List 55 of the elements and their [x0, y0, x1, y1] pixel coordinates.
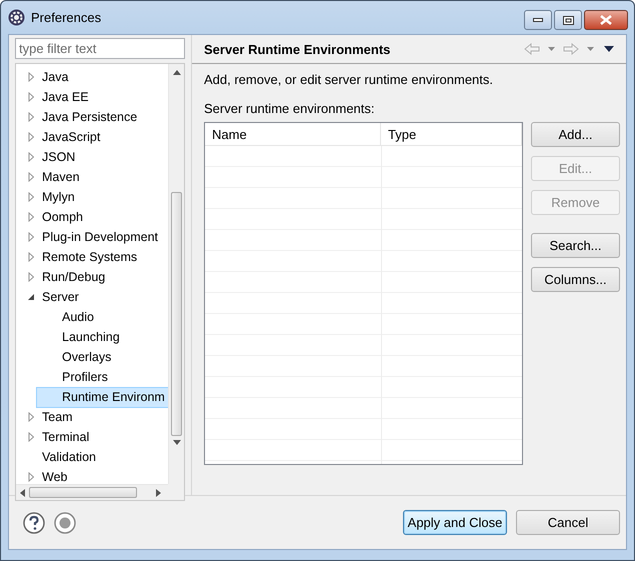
tree-item[interactable]: Java EE: [16, 86, 93, 108]
back-icon[interactable]: [524, 43, 540, 55]
action-button[interactable]: Search...: [531, 233, 620, 258]
tree-item[interactable]: Server: [16, 286, 83, 308]
tree-item[interactable]: Runtime Environm: [36, 386, 168, 408]
tree-item[interactable]: JSON: [16, 146, 80, 168]
tree-item[interactable]: Maven: [16, 166, 84, 188]
window-title: Preferences: [31, 10, 102, 25]
tree-item[interactable]: Oomph: [16, 206, 87, 228]
action-button[interactable]: Columns...: [531, 267, 620, 292]
table-label: Server runtime environments:: [204, 101, 376, 116]
tree-item[interactable]: JavaScript: [16, 126, 104, 148]
action-button[interactable]: Add...: [531, 122, 620, 147]
tree-item[interactable]: Team: [16, 406, 77, 428]
tree-item[interactable]: Launching: [36, 326, 124, 348]
tree-item[interactable]: Validation: [16, 446, 100, 468]
tree-item[interactable]: Profilers: [36, 366, 112, 388]
dropdown-icon[interactable]: [548, 47, 555, 51]
expand-arrow-icon[interactable]: [26, 472, 36, 482]
scroll-right-icon[interactable]: [156, 488, 161, 496]
filter-field[interactable]: type filter text: [15, 38, 185, 59]
column-header[interactable]: Name: [205, 123, 381, 146]
description: Add, remove, or edit server runtime environments.: [204, 72, 494, 87]
collapse-arrow-icon[interactable]: [26, 292, 36, 302]
forward-icon[interactable]: [563, 43, 579, 55]
tree-item[interactable]: Mylyn: [16, 186, 79, 208]
dropdown-icon[interactable]: [587, 47, 594, 51]
tree-item[interactable]: Plug-in Development: [16, 226, 162, 248]
tree-item[interactable]: Java: [16, 66, 72, 88]
minimize-button[interactable]: [524, 10, 552, 30]
app-icon: [8, 9, 25, 26]
tree-item[interactable]: Java Persistence: [16, 106, 142, 128]
scroll-down-icon[interactable]: [172, 440, 180, 445]
vertical-scrollbar[interactable]: [168, 64, 184, 484]
column-header[interactable]: Type: [381, 123, 522, 146]
record-icon[interactable]: [54, 512, 76, 534]
tree-item[interactable]: Audio: [36, 306, 98, 328]
scroll-left-icon[interactable]: [20, 488, 25, 496]
tree-item[interactable]: Web: [16, 466, 72, 484]
tree-item[interactable]: Overlays: [36, 346, 116, 368]
help-icon[interactable]: [23, 512, 45, 534]
maximize-icon: [562, 16, 574, 24]
menu-icon[interactable]: [604, 46, 614, 52]
close-button[interactable]: [584, 10, 628, 30]
scroll-up-icon[interactable]: [172, 70, 180, 75]
maximize-button[interactable]: [554, 10, 582, 30]
page-title: Server Runtime Environments: [204, 42, 390, 56]
horizontal-scrollbar[interactable]: [16, 484, 168, 500]
minimize-icon: [533, 18, 543, 22]
tree-item[interactable]: Remote Systems: [16, 246, 142, 268]
tree-item[interactable]: Terminal: [16, 426, 94, 448]
dialog-button[interactable]: Apply and Close: [403, 510, 507, 535]
close-icon: [600, 15, 612, 25]
tree-item[interactable]: Run/Debug: [16, 266, 110, 288]
dialog-button[interactable]: Cancel: [516, 510, 620, 535]
